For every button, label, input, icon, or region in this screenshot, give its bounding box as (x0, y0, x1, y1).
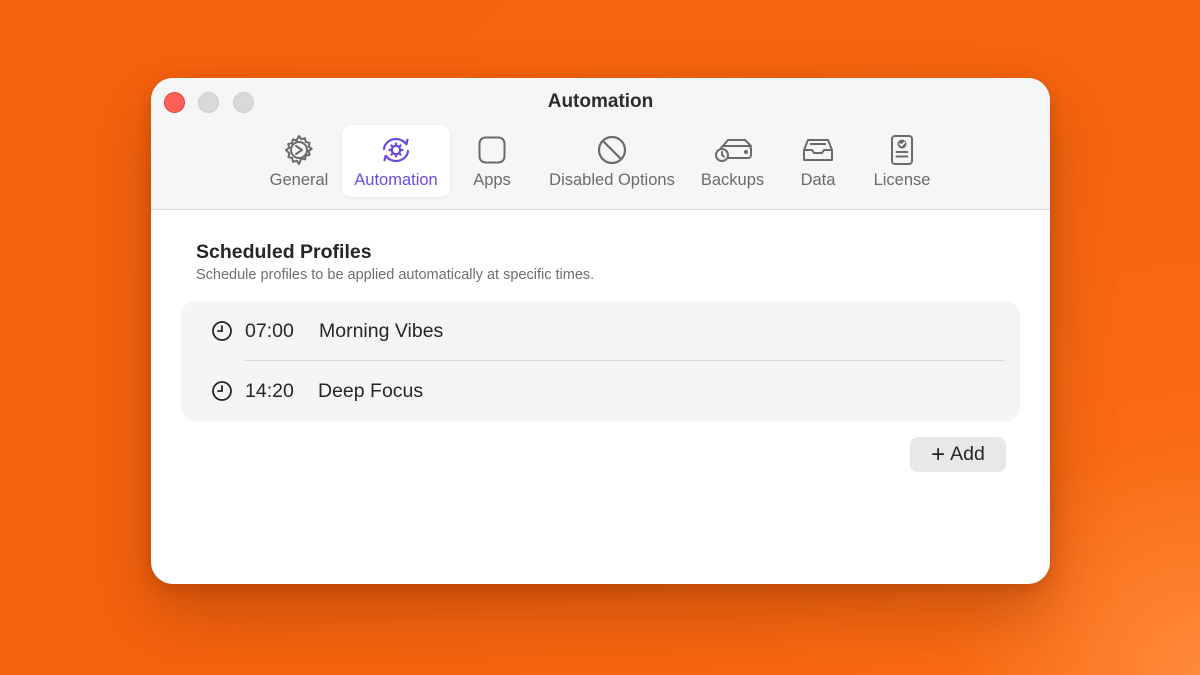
tab-license[interactable]: License (866, 125, 938, 197)
tab-disabled-options-label: Disabled Options (549, 171, 675, 189)
schedule-profile: Morning Vibes (319, 319, 444, 342)
clock-icon (211, 380, 233, 402)
schedule-list: 07:00 Morning Vibes 14:20 Deep Focus (181, 301, 1020, 421)
section-title: Scheduled Profiles (196, 241, 372, 263)
tab-general[interactable]: General (265, 125, 333, 197)
backups-icon (711, 133, 755, 167)
title-bar: Automation General Automation Apps Disab… (151, 78, 1050, 210)
section-subtitle: Schedule profiles to be applied automati… (196, 267, 595, 283)
tab-automation[interactable]: Automation (342, 125, 450, 197)
gear-icon (282, 133, 316, 167)
tab-license-label: License (873, 171, 931, 189)
schedule-profile: Deep Focus (318, 379, 424, 402)
tab-disabled-options[interactable]: Disabled Options (540, 125, 684, 197)
clock-icon (211, 320, 233, 342)
preferences-window: Automation General Automation Apps Disab… (151, 78, 1050, 584)
tab-backups-label: Backups (700, 171, 765, 189)
schedule-time: 07:00 (245, 319, 294, 342)
add-schedule-button[interactable]: + Add (910, 437, 1006, 472)
schedule-time: 14:20 (245, 379, 294, 402)
tab-apps[interactable]: Apps (464, 125, 520, 197)
tab-data-label: Data (800, 171, 836, 189)
window-title: Automation (547, 91, 654, 112)
plus-icon: + (931, 440, 946, 468)
tab-general-label: General (269, 171, 329, 189)
tab-backups[interactable]: Backups (695, 125, 770, 197)
license-icon (885, 133, 919, 167)
apps-icon (475, 133, 509, 167)
add-button-label: Add (950, 443, 985, 465)
tab-data[interactable]: Data (793, 125, 843, 197)
data-tray-icon (801, 133, 835, 167)
tab-apps-label: Apps (473, 171, 511, 189)
disabled-icon (595, 133, 629, 167)
schedule-row[interactable]: 07:00 Morning Vibes (181, 301, 1020, 361)
schedule-row[interactable]: 14:20 Deep Focus (181, 361, 1020, 421)
automation-icon (379, 133, 413, 167)
tab-automation-label: Automation (354, 171, 438, 189)
